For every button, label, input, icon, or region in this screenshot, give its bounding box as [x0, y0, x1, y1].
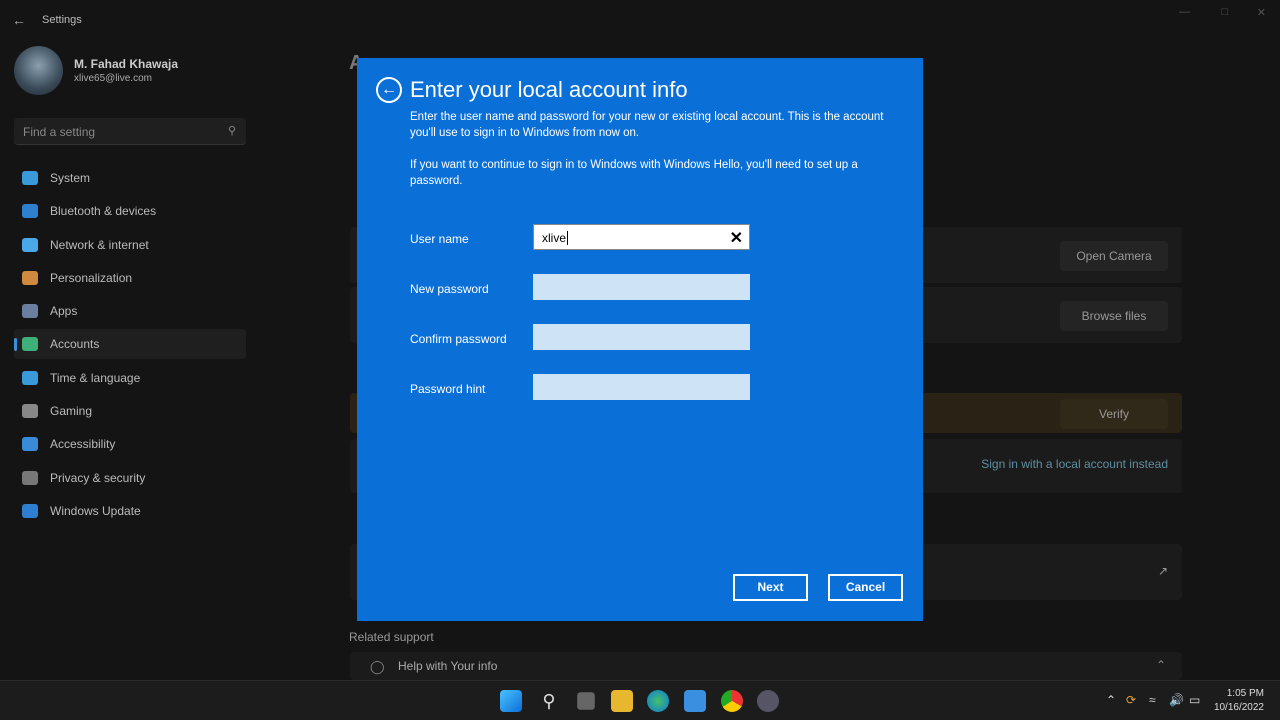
local-account-link[interactable]: Sign in with a local account instead [981, 457, 1168, 471]
sidebar-item-label: Privacy & security [50, 470, 146, 485]
nav-icon [22, 204, 38, 219]
nav-icon [22, 503, 38, 518]
globe-icon: ◯ [370, 659, 385, 674]
nav-icon [22, 404, 38, 419]
nav-icon [22, 370, 38, 385]
nav-icon [22, 437, 38, 452]
sidebar-item-label: Network & internet [50, 237, 149, 252]
profile-name: M. Fahad Khawaja [74, 57, 179, 71]
back-arrow-icon[interactable]: ← [12, 12, 26, 28]
clock[interactable]: 1:05 PM 10/16/2022 [1214, 687, 1264, 715]
minimize-button[interactable]: — [1179, 6, 1190, 18]
password-hint-label: Password hint [410, 382, 486, 396]
sidebar-item-accounts[interactable]: Accounts [14, 329, 246, 360]
sidebar-item-network-internet[interactable]: Network & internet [14, 230, 246, 260]
app-title: Settings [42, 14, 82, 26]
sidebar-item-personalization[interactable]: Personalization [14, 263, 246, 293]
nav-icon [22, 270, 38, 285]
confirm-password-input[interactable] [533, 324, 750, 350]
wifi-icon[interactable]: ≈ [1149, 693, 1156, 707]
chevron-up-icon[interactable]: ⌃ [1106, 693, 1116, 707]
sidebar-item-label: Apps [50, 304, 78, 319]
help-item-label: Help with Your info [398, 659, 498, 673]
new-password-input[interactable] [533, 274, 750, 300]
password-hint-input[interactable] [533, 374, 750, 400]
taskbar: ⚲ ⌃ ⟳ ≈ 🔊 ▭ 1:05 PM 10/16/2022 [0, 680, 1280, 720]
sidebar-item-system[interactable]: System [14, 163, 246, 193]
sidebar-item-label: Windows Update [50, 503, 141, 518]
dialog-hello-note: If you want to continue to sign in to Wi… [410, 159, 858, 187]
local-account-dialog: ← Enter your local account info Enter th… [357, 58, 923, 621]
search-input[interactable]: Find a setting ⚲ [14, 118, 246, 145]
start-icon[interactable] [500, 690, 522, 712]
sidebar-item-label: Gaming [50, 404, 93, 419]
help-panel[interactable]: ◯ Help with Your info ⌃ [350, 652, 1182, 680]
confirm-password-label: Confirm password [410, 332, 507, 346]
nav-icon [22, 304, 38, 319]
sidebar-item-privacy-security[interactable]: Privacy & security [14, 463, 246, 493]
sidebar-item-label: Bluetooth & devices [50, 204, 157, 219]
cancel-button[interactable]: Cancel [828, 574, 903, 601]
verify-button[interactable]: Verify [1060, 399, 1168, 429]
avatar [14, 46, 63, 95]
open-camera-button[interactable]: Open Camera [1060, 241, 1168, 271]
sync-icon[interactable]: ⟳ [1126, 693, 1136, 707]
new-password-label: New password [410, 282, 489, 296]
nav-icon [22, 470, 38, 485]
sidebar-item-label: Personalization [50, 270, 133, 285]
title-bar: ← Settings — □ ✕ [0, 0, 1280, 40]
search-taskbar-icon[interactable]: ⚲ [538, 690, 560, 712]
dialog-title: Enter your local account info [410, 77, 688, 102]
clear-icon[interactable]: ✕ [730, 228, 743, 248]
sidebar-item-accessibility[interactable]: Accessibility [14, 429, 246, 459]
nav-icon [22, 237, 38, 252]
sidebar-nav: System Bluetooth & devices Network & inter… [14, 163, 246, 529]
store-icon[interactable] [684, 690, 706, 712]
settings-taskbar-icon[interactable] [757, 690, 779, 712]
edge-icon[interactable] [647, 690, 669, 712]
search-icon: ⚲ [227, 125, 236, 137]
browse-files-button[interactable]: Browse files [1060, 301, 1168, 331]
chevron-up-icon[interactable]: ⌃ [1156, 658, 1166, 672]
search-placeholder: Find a setting [23, 125, 96, 139]
sidebar-item-time-language[interactable]: Time & language [14, 363, 246, 393]
back-circle-icon[interactable]: ← [376, 77, 402, 103]
profile-email: xlive65@live.com [74, 73, 152, 84]
volume-icon[interactable]: 🔊 [1169, 693, 1184, 707]
task-view-icon[interactable] [577, 692, 595, 710]
sidebar-item-bluetooth-devices[interactable]: Bluetooth & devices [14, 196, 246, 226]
date: 10/16/2022 [1213, 702, 1264, 713]
sidebar-item-apps[interactable]: Apps [14, 296, 246, 326]
battery-icon[interactable]: ▭ [1189, 693, 1200, 707]
username-label: User name [410, 232, 469, 246]
username-input[interactable]: xlive ✕ [533, 224, 750, 250]
user-profile[interactable]: M. Fahad Khawaja xlive65@live.com [14, 46, 178, 95]
nav-icon [22, 337, 38, 352]
close-button[interactable]: ✕ [1257, 6, 1266, 19]
sidebar-item-label: Accessibility [50, 437, 116, 452]
external-link-icon: ↗ [1157, 564, 1168, 578]
sidebar-item-windows-update[interactable]: Windows Update [14, 496, 246, 526]
sidebar-item-label: Time & language [50, 370, 141, 385]
username-value: xlive [542, 231, 567, 245]
sidebar-item-gaming[interactable]: Gaming [14, 396, 246, 426]
maximize-button[interactable]: □ [1221, 6, 1228, 18]
dialog-intro: Enter the user name and password for you… [410, 111, 884, 139]
time: 1:05 PM [1226, 688, 1264, 699]
nav-icon [22, 171, 38, 185]
next-button[interactable]: Next [733, 574, 808, 601]
sidebar-item-label: System [50, 171, 91, 185]
related-support-heading: Related support [349, 630, 434, 644]
file-explorer-icon[interactable] [611, 690, 633, 712]
sidebar-item-label: Accounts [50, 337, 100, 352]
chrome-icon[interactable] [721, 690, 743, 712]
